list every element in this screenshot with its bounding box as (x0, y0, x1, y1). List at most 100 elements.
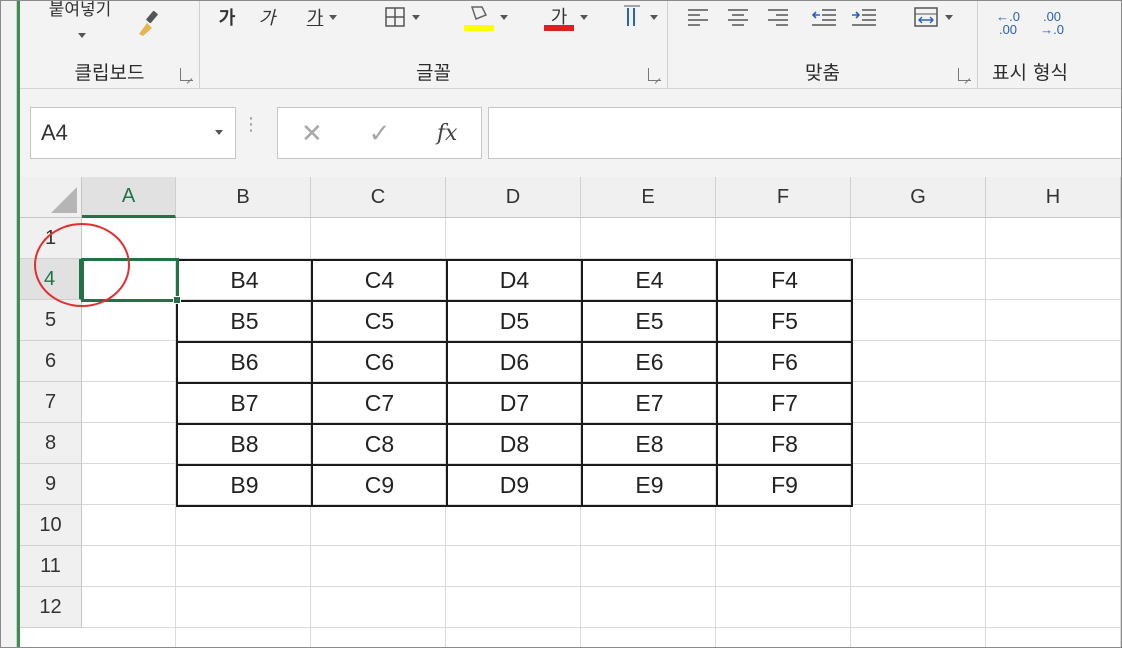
row-header-12[interactable]: 12 (20, 587, 82, 628)
font-launcher-icon[interactable] (648, 68, 661, 81)
cell-d7[interactable]: D7 (446, 382, 583, 425)
row-header-10[interactable]: 10 (20, 505, 82, 546)
text-orientation-icon (624, 5, 640, 26)
cell-d5[interactable]: D5 (446, 300, 583, 343)
fill-handle[interactable] (173, 296, 181, 304)
row-header-7[interactable]: 7 (20, 382, 82, 423)
clipboard-launcher-icon[interactable] (180, 68, 193, 81)
cell-f4[interactable]: F4 (716, 259, 853, 302)
cell-e9[interactable]: E9 (581, 464, 718, 507)
column-header-a[interactable]: A (82, 177, 176, 218)
cell-e4[interactable]: E4 (581, 259, 718, 302)
column-header-f[interactable]: F (716, 177, 851, 218)
cell-c7[interactable]: C7 (311, 382, 448, 425)
excel-window: 붙여넣기 클립보드 가 가 가 가 글꼴 맞춤 ←.0 .00 .00 →.0 … (0, 0, 1122, 648)
annotation-circle (34, 223, 130, 307)
column-header-c[interactable]: C (311, 177, 446, 218)
formula-buttons: ✕ ✓ fx (277, 107, 482, 159)
cancel-button[interactable]: ✕ (278, 118, 346, 149)
column-header-b[interactable]: B (176, 177, 311, 218)
cell-d4[interactable]: D4 (446, 259, 583, 302)
cell-b4[interactable]: B4 (176, 259, 313, 302)
row-header-6[interactable]: 6 (20, 341, 82, 382)
format-painter-button[interactable] (130, 9, 166, 37)
increase-decimal-button[interactable]: ←.0 .00 (990, 9, 1026, 37)
formula-bar-splitter[interactable]: ⋮ (242, 115, 260, 133)
clipboard-group-label: 클립보드 (74, 62, 145, 84)
cell-c9[interactable]: C9 (311, 464, 448, 507)
row-header-11[interactable]: 11 (20, 546, 82, 587)
number-group-label: 표시 형식 (992, 62, 1068, 84)
cell-c5[interactable]: C5 (311, 300, 448, 343)
orientation-button[interactable] (612, 3, 668, 31)
cell-f9[interactable]: F9 (716, 464, 853, 507)
italic-button[interactable]: 가 (254, 3, 280, 31)
row-header-8[interactable]: 8 (20, 423, 82, 464)
name-box-dropdown-icon[interactable] (215, 130, 223, 135)
borders-button[interactable] (372, 3, 432, 31)
gridline-horizontal (82, 627, 1121, 628)
table-row: B7 C7 D7 E7 F7 (176, 382, 853, 425)
column-header-e[interactable]: E (581, 177, 716, 218)
paste-button[interactable]: 붙여넣기 (30, 1, 130, 21)
table-row: B4 C4 D4 E4 F4 (176, 259, 853, 302)
cell-f6[interactable]: F6 (716, 341, 853, 384)
cell-e6[interactable]: E6 (581, 341, 718, 384)
cell-e5[interactable]: E5 (581, 300, 718, 343)
group-alignment: 맞춤 (668, 1, 978, 89)
cell-b7[interactable]: B7 (176, 382, 313, 425)
alignment-launcher-icon[interactable] (958, 68, 971, 81)
cell-d6[interactable]: D6 (446, 341, 583, 384)
font-color-button[interactable]: 가 (536, 3, 596, 31)
align-center-button[interactable] (724, 3, 752, 31)
worksheet-grid[interactable]: ABCDEFGH 1 4 5 6 7 8 9 10 11 12 B4 C4 D4 E4 F4 B5 C5 D5 E… (20, 177, 1121, 647)
align-right-icon (768, 9, 788, 26)
formula-input[interactable] (488, 107, 1121, 159)
increase-indent-button[interactable] (848, 3, 880, 31)
table-row: B9 C9 D9 E9 F9 (176, 464, 853, 507)
cell-e8[interactable]: E8 (581, 423, 718, 466)
cell-f8[interactable]: F8 (716, 423, 853, 466)
gridline-vertical (985, 218, 986, 647)
align-left-icon (688, 9, 708, 26)
fill-color-button[interactable] (456, 3, 516, 31)
cell-b5[interactable]: B5 (176, 300, 313, 343)
bold-button[interactable]: 가 (214, 3, 240, 31)
cell-f7[interactable]: F7 (716, 382, 853, 425)
cell-b9[interactable]: B9 (176, 464, 313, 507)
select-all-button[interactable] (20, 177, 82, 218)
cell-c4[interactable]: C4 (311, 259, 448, 302)
name-box[interactable]: A4 (30, 107, 236, 159)
cell-c8[interactable]: C8 (311, 423, 448, 466)
cell-b8[interactable]: B8 (176, 423, 313, 466)
alignment-group-label: 맞춤 (805, 62, 840, 84)
paste-dropdown[interactable] (72, 21, 92, 49)
merge-center-button[interactable] (904, 3, 962, 31)
cell-c6[interactable]: C6 (311, 341, 448, 384)
cell-f5[interactable]: F5 (716, 300, 853, 343)
decrease-indent-button[interactable] (808, 3, 840, 31)
underline-button[interactable]: 가 (294, 3, 350, 31)
align-left-button[interactable] (684, 3, 712, 31)
column-header-g[interactable]: G (851, 177, 986, 218)
table-row: B6 C6 D6 E6 F6 (176, 341, 853, 384)
group-font: 가 가 가 가 글꼴 (200, 1, 668, 89)
borders-icon (385, 7, 405, 27)
cell-d8[interactable]: D8 (446, 423, 583, 466)
align-right-button[interactable] (764, 3, 792, 31)
table-row: B5 C5 D5 E5 F5 (176, 300, 853, 343)
fill-color-icon (464, 3, 494, 31)
column-header-h[interactable]: H (986, 177, 1121, 218)
cell-e7[interactable]: E7 (581, 382, 718, 425)
font-color-icon: 가 (544, 3, 574, 31)
format-painter-icon (139, 10, 158, 36)
gridline-horizontal (82, 545, 1121, 546)
row-header-9[interactable]: 9 (20, 464, 82, 505)
decrease-decimal-button[interactable]: .00 →.0 (1034, 9, 1070, 37)
column-header-d[interactable]: D (446, 177, 581, 218)
insert-function-button[interactable]: fx (413, 121, 481, 146)
enter-button[interactable]: ✓ (346, 118, 414, 149)
cell-d9[interactable]: D9 (446, 464, 583, 507)
cell-b6[interactable]: B6 (176, 341, 313, 384)
gridline-horizontal (82, 586, 1121, 587)
